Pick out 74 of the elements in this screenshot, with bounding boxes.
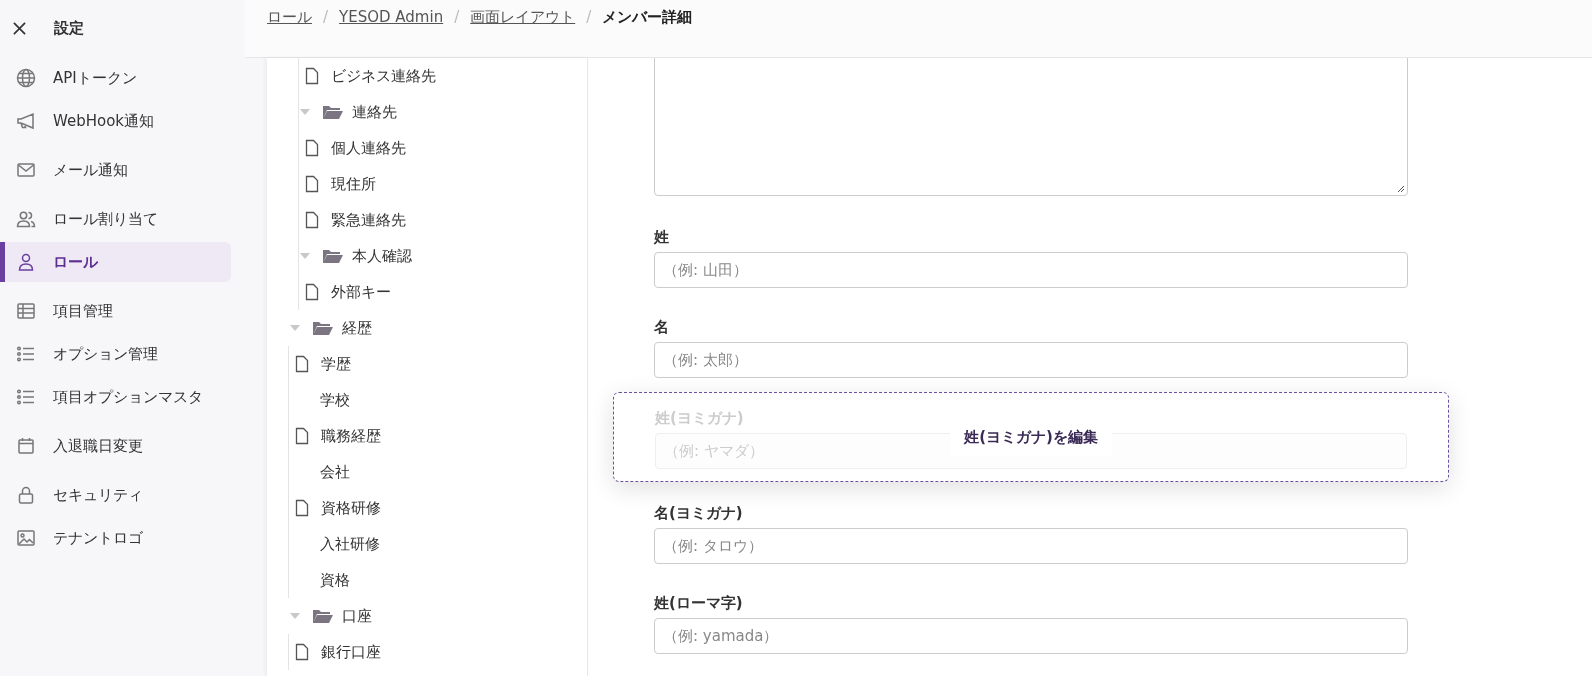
file-icon — [305, 67, 319, 85]
field-label: 名 — [654, 318, 670, 338]
breadcrumb-link[interactable]: YESOD Admin — [339, 8, 444, 26]
list-icon — [16, 344, 36, 364]
close-icon[interactable] — [13, 21, 26, 35]
folder-icon — [312, 320, 334, 336]
tree-item[interactable]: 外部キー — [331, 282, 391, 302]
tree-item[interactable]: 銀行口座 — [321, 642, 381, 662]
field-label: 名(ヨミガナ) — [654, 504, 744, 524]
tree-item[interactable]: 入社研修 — [320, 534, 380, 554]
caret-icon[interactable] — [300, 109, 310, 115]
sidebar-item[interactable]: 項目オプションマスタ — [0, 377, 231, 417]
list-icon — [16, 387, 36, 407]
tree-item[interactable]: 学校 — [320, 390, 350, 410]
tree-item[interactable]: ビジネス連絡先 — [331, 66, 436, 86]
breadcrumb-link[interactable]: ロール — [267, 8, 312, 27]
calendar-icon — [16, 436, 36, 456]
file-icon — [305, 211, 319, 229]
input-field[interactable]: （例: 太郎） — [654, 342, 1408, 378]
tree-folder[interactable]: 連絡先 — [352, 102, 397, 122]
image-icon — [16, 528, 36, 548]
tree-folder[interactable]: 口座 — [342, 606, 372, 626]
sidebar-item[interactable]: 入退職日変更 — [0, 426, 231, 466]
breadcrumb-separator: / — [454, 8, 460, 26]
sidebar-item[interactable]: WebHook通知 — [0, 101, 231, 141]
user-icon — [16, 252, 36, 272]
globe-icon — [16, 68, 36, 88]
caret-icon[interactable] — [290, 325, 300, 331]
tree-item[interactable]: 職務経歴 — [321, 426, 381, 446]
tree-item[interactable]: 現住所 — [331, 174, 376, 194]
sidebar-item[interactable]: セキュリティ — [0, 475, 231, 515]
table-icon — [16, 301, 36, 321]
field-label: 姓 — [654, 228, 670, 248]
sidebar-item[interactable]: APIトークン — [0, 58, 231, 98]
tree-item[interactable]: 緊急連絡先 — [331, 210, 406, 230]
sidebar-item[interactable]: メール通知 — [0, 150, 231, 190]
folder-icon — [322, 248, 344, 264]
file-icon — [305, 283, 319, 301]
folder-icon — [312, 608, 334, 624]
file-icon — [305, 175, 319, 193]
lock-icon — [16, 485, 36, 505]
input-field[interactable]: （例: タロウ） — [654, 528, 1408, 564]
breadcrumb-separator: / — [323, 8, 329, 26]
folder-icon — [322, 104, 344, 120]
tree-item[interactable]: 会社 — [320, 462, 350, 482]
breadcrumb-separator: / — [586, 8, 592, 26]
file-icon — [295, 499, 309, 517]
tree-item[interactable]: 資格 — [320, 570, 350, 590]
sidebar-item[interactable]: ロール — [0, 242, 231, 282]
tree-folder[interactable]: 本人確認 — [352, 246, 412, 266]
sidebar-item[interactable]: ロール割り当て — [0, 199, 231, 239]
resize-handle-icon[interactable] — [1397, 185, 1405, 193]
file-icon — [295, 427, 309, 445]
tree-item[interactable]: 個人連絡先 — [331, 138, 406, 158]
tree-folder[interactable]: 経歴 — [342, 318, 372, 338]
input-field[interactable]: （例: yamada） — [654, 618, 1408, 654]
megaphone-icon — [16, 111, 36, 131]
file-icon — [295, 355, 309, 373]
mail-icon — [16, 160, 36, 180]
users-icon — [16, 209, 36, 229]
sidebar-title: 設定 — [54, 18, 84, 38]
sidebar-item[interactable]: オプション管理 — [0, 334, 231, 374]
input-field[interactable]: （例: 山田） — [654, 252, 1408, 288]
caret-icon[interactable] — [300, 253, 310, 259]
file-icon — [305, 139, 319, 157]
breadcrumb-link[interactable]: 画面レイアウト — [470, 8, 576, 27]
tree-item[interactable]: 資格研修 — [321, 498, 381, 518]
sidebar-item[interactable]: 項目管理 — [0, 291, 231, 331]
file-icon — [295, 643, 309, 661]
sidebar-item[interactable]: テナントロゴ — [0, 518, 231, 558]
caret-icon[interactable] — [290, 613, 300, 619]
breadcrumb-current: メンバー詳細 — [602, 8, 693, 27]
field-label: 姓(ローマ字) — [654, 594, 744, 614]
tree-item[interactable]: 学歴 — [321, 354, 351, 374]
